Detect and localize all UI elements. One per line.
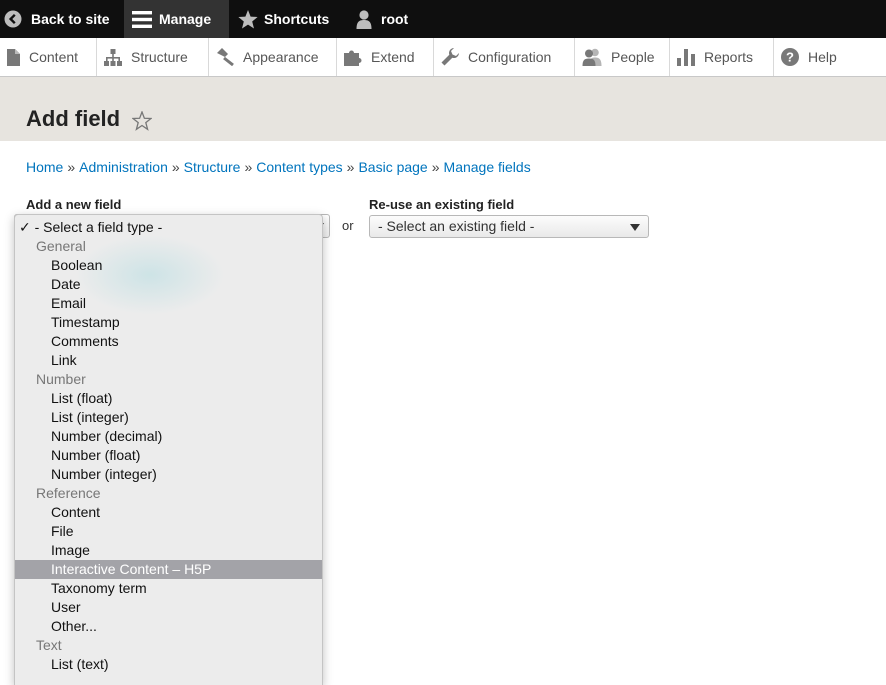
tray-item-people[interactable]: People (575, 38, 670, 76)
tray-label-structure: Structure (131, 49, 188, 65)
menu-icon (132, 10, 152, 28)
people-icon (582, 48, 602, 66)
tray-item-structure[interactable]: Structure (97, 38, 209, 76)
breadcrumb-separator: » (244, 159, 253, 175)
sitemap-icon (104, 48, 122, 66)
dropdown-option[interactable]: Other... (15, 617, 322, 636)
tray-item-extend[interactable]: Extend (337, 38, 434, 76)
breadcrumb: Home» Administration» Structure» Content ty… (26, 159, 531, 175)
field-type-dropdown-list: ✓ - Select a field type - General Boolea… (14, 214, 323, 685)
dropdown-option-selected[interactable]: ✓ - Select a field type - (15, 218, 322, 237)
dropdown-option[interactable]: List (float) (15, 389, 322, 408)
tray-label-configuration: Configuration (468, 49, 552, 65)
breadcrumb-separator: » (346, 159, 355, 175)
tray-item-appearance[interactable]: Appearance (209, 38, 337, 76)
user-icon (356, 9, 372, 29)
star-outline-icon[interactable] (132, 111, 152, 131)
dropdown-option[interactable]: File (15, 522, 322, 541)
existing-field-select-value: - Select an existing field - (378, 218, 535, 234)
tray-label-extend: Extend (371, 49, 415, 65)
manage-tab[interactable]: Manage (124, 0, 229, 38)
help-icon: ? (781, 48, 799, 66)
reuse-field-label: Re-use an existing field (369, 197, 515, 212)
shortcuts-label: Shortcuts (264, 11, 330, 27)
breadcrumb-separator: » (67, 159, 76, 175)
tray-label-people: People (611, 49, 655, 65)
admin-menu-tray: Content Structure Appearance Extend Conf… (0, 38, 886, 77)
admin-toolbar: Back to site Manage Shortcuts root (0, 0, 886, 38)
paint-brush-icon (217, 48, 234, 66)
breadcrumb-basic-page[interactable]: Basic page (358, 159, 427, 175)
star-icon (238, 9, 258, 28)
existing-field-select[interactable]: - Select an existing field - (369, 215, 649, 238)
tray-item-reports[interactable]: Reports (670, 38, 774, 76)
dropdown-option[interactable]: Link (15, 351, 322, 370)
or-text: or (342, 218, 354, 233)
tray-item-content[interactable]: Content (0, 38, 97, 76)
dropdown-option[interactable]: Image (15, 541, 322, 560)
user-tab[interactable]: root (356, 0, 408, 38)
dropdown-option[interactable]: Number (decimal) (15, 427, 322, 446)
tray-item-help[interactable]: ? Help (774, 38, 856, 76)
breadcrumb-content-types[interactable]: Content types (256, 159, 342, 175)
dropdown-group-general: General (36, 238, 86, 254)
dropdown-option[interactable]: List (integer) (15, 408, 322, 427)
tray-label-help: Help (808, 49, 837, 65)
dropdown-option[interactable]: List (text) (15, 655, 322, 674)
tray-label-reports: Reports (704, 49, 754, 65)
dropdown-option[interactable]: Number (integer) (15, 465, 322, 484)
dropdown-option[interactable]: Date (15, 275, 322, 294)
wrench-icon (441, 48, 459, 66)
dropdown-option[interactable]: User (15, 598, 322, 617)
breadcrumb-manage-fields[interactable]: Manage fields (444, 159, 531, 175)
svg-text:?: ? (786, 50, 794, 65)
shortcuts-tab[interactable]: Shortcuts (238, 0, 329, 38)
user-label: root (381, 11, 409, 27)
dropdown-group-text: Text (36, 637, 62, 653)
breadcrumb-home[interactable]: Home (26, 159, 63, 175)
breadcrumb-separator: » (171, 159, 180, 175)
puzzle-icon (344, 50, 362, 66)
tray-label-content: Content (29, 49, 79, 65)
dropdown-option[interactable]: Email (15, 294, 322, 313)
chevron-down-icon (630, 224, 640, 231)
add-new-field-label: Add a new field (26, 197, 122, 212)
dropdown-option[interactable]: Number (float) (15, 446, 322, 465)
breadcrumb-separator: » (431, 159, 440, 175)
dropdown-option-highlighted[interactable]: Interactive Content – H5P (15, 560, 322, 579)
dropdown-group-reference: Reference (36, 485, 101, 501)
page-header (0, 77, 886, 141)
breadcrumb-administration[interactable]: Administration (79, 159, 168, 175)
dropdown-option[interactable]: Boolean (15, 256, 322, 275)
dropdown-option[interactable]: Comments (15, 332, 322, 351)
page-title: Add field (26, 106, 121, 131)
chevron-left-icon (4, 10, 22, 28)
manage-label: Manage (159, 11, 212, 27)
back-to-site-label: Back to site (31, 11, 110, 27)
dropdown-group-number: Number (36, 371, 86, 387)
dropdown-option[interactable]: Taxonomy term (15, 579, 322, 598)
file-icon (7, 48, 20, 66)
back-to-site-link[interactable]: Back to site (4, 0, 110, 38)
breadcrumb-structure[interactable]: Structure (184, 159, 241, 175)
bar-chart-icon (677, 48, 695, 66)
dropdown-option[interactable]: Timestamp (15, 313, 322, 332)
tray-item-configuration[interactable]: Configuration (434, 38, 575, 76)
dropdown-option[interactable]: Content (15, 503, 322, 522)
tray-label-appearance: Appearance (243, 49, 319, 65)
